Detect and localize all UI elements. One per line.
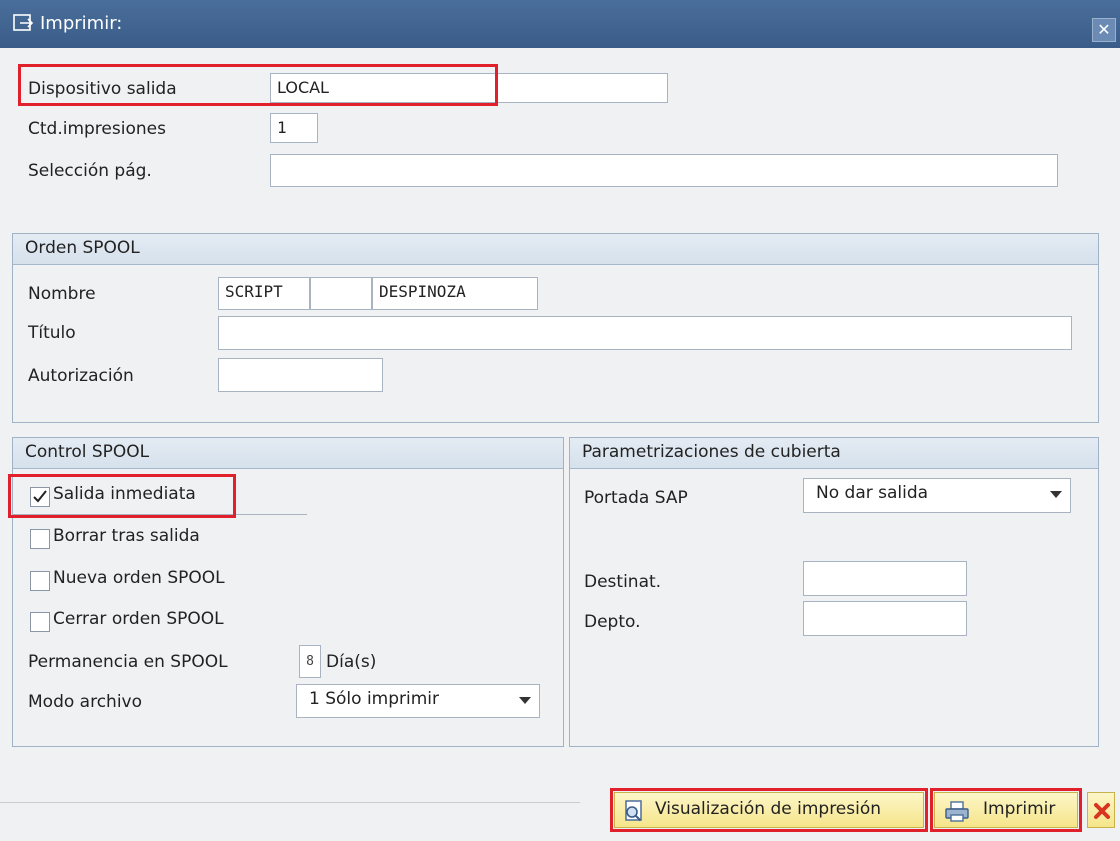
titulo-input[interactable] [218,316,1072,350]
highlight-dispositivo [18,64,498,106]
borrar-tras-salida-label: Borrar tras salida [53,526,200,546]
portada-value: No dar salida [816,483,929,503]
modo-archivo-label: Modo archivo [28,692,143,712]
control-spool-header: Control SPOOL [25,442,150,462]
seleccion-input[interactable] [270,154,1058,187]
nombre-input-3[interactable]: DESPINOZA [372,277,538,310]
ctd-label: Ctd.impresiones [28,119,166,139]
depto-input[interactable] [803,601,967,636]
chevron-down-icon [1050,491,1062,498]
permanencia-unit: Día(s) [326,652,377,672]
autorizacion-label: Autorización [28,366,134,386]
cerrar-orden-label: Cerrar orden SPOOL [53,609,224,629]
highlight-salida-inmediata [8,474,236,518]
cubierta-header: Parametrizaciones de cubierta [582,442,841,462]
borrar-tras-salida-checkbox[interactable] [30,529,50,549]
cancel-button[interactable] [1087,792,1115,828]
permanencia-label: Permanencia en SPOOL [28,652,228,672]
highlight-print [930,788,1082,832]
modo-archivo-select[interactable]: 1 Sólo imprimir [296,684,540,718]
nueva-orden-checkbox[interactable] [30,571,50,591]
chevron-down-icon [519,697,531,704]
window-title: Imprimir: [40,13,123,34]
destinat-input[interactable] [803,561,967,596]
print-dialog-icon [13,14,34,31]
orden-spool-header: Orden SPOOL [25,238,140,258]
portada-select[interactable]: No dar salida [803,478,1071,513]
destinat-label: Destinat. [584,572,662,592]
title-bar: Imprimir: ✕ [0,0,1120,48]
highlight-preview [610,788,928,832]
ctd-input[interactable]: 1 [270,113,318,143]
nombre-label: Nombre [28,284,96,304]
depto-label: Depto. [584,612,641,632]
seleccion-label: Selección pág. [28,161,152,181]
close-icon[interactable]: ✕ [1092,18,1116,42]
cancel-x-icon [1094,803,1110,819]
portada-label: Portada SAP [584,488,688,508]
nueva-orden-label: Nueva orden SPOOL [53,568,225,588]
permanencia-input[interactable]: 8 [299,645,321,678]
nombre-input-1[interactable]: SCRIPT [218,277,310,310]
modo-archivo-value: 1 Sólo imprimir [309,689,439,709]
nombre-input-2[interactable] [310,277,372,310]
cerrar-orden-checkbox[interactable] [30,612,50,632]
footer-divider [0,802,580,803]
titulo-label: Título [28,323,76,343]
autorizacion-input[interactable] [218,358,383,392]
